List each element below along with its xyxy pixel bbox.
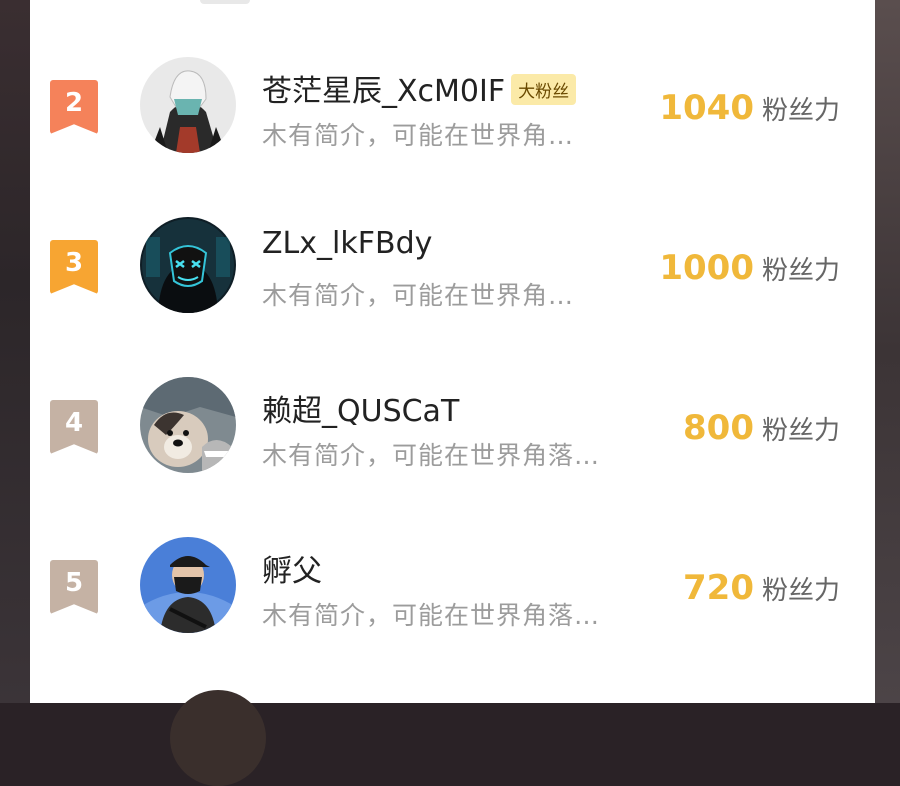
rank-number: 5 <box>64 568 84 598</box>
rank-badge: 5 <box>50 560 98 614</box>
fan-bio: 木有简介，可能在世界角落… <box>262 441 601 470</box>
fan-ranking-panel: 2 苍茫星辰_XcM0IF 大粉丝 木有简介，可能在世界角… 1040 粉丝力 3 <box>30 0 875 786</box>
masked-hooded-figure-icon[interactable] <box>140 57 236 153</box>
fan-name[interactable]: ZLx_lkFBdy <box>262 226 432 261</box>
neon-mask-icon[interactable] <box>140 217 236 313</box>
next-row-avatar <box>170 690 266 786</box>
fan-name-text: 苍茫星辰_XcM0IF <box>262 74 506 109</box>
fan-name[interactable]: 孵父 <box>262 546 322 590</box>
fan-bio: 木有简介，可能在世界角… <box>262 281 575 310</box>
background-left <box>0 0 30 703</box>
fan-name-text: ZLx_lkFBdy <box>262 226 433 261</box>
fan-score: 720 粉丝力 <box>683 568 840 608</box>
score-label: 粉丝力 <box>761 416 840 446</box>
fan-row[interactable]: 2 苍茫星辰_XcM0IF 大粉丝 木有简介，可能在世界角… 1040 粉丝力 <box>30 30 875 180</box>
fan-name[interactable]: 赖超_QUSCaT <box>262 386 459 430</box>
fan-score: 1000 粉丝力 <box>659 248 840 288</box>
rank-badge: 3 <box>50 240 98 294</box>
score-value: 1000 <box>659 248 754 288</box>
rank-number: 4 <box>64 408 84 438</box>
fan-row[interactable]: 4 赖超_QUSCaT 木有简介，可能在世界角落… 800 粉丝力 <box>30 350 875 500</box>
fan-row[interactable]: 5 孵父 木有简介，可能在世界角落… 720 粉丝力 <box>30 510 875 660</box>
score-value: 1040 <box>659 88 754 128</box>
fan-bio: 木有简介，可能在世界角落… <box>262 601 601 630</box>
fan-level-tag: 大粉丝 <box>511 74 577 105</box>
score-label: 粉丝力 <box>761 96 840 126</box>
score-label: 粉丝力 <box>761 256 840 286</box>
background-right <box>875 0 900 703</box>
fan-name-text: 赖超_QUSCaT <box>262 394 460 429</box>
rank-badge: 4 <box>50 400 98 454</box>
rank-number: 2 <box>64 88 84 118</box>
husky-dog-icon[interactable] <box>140 377 236 473</box>
score-label: 粉丝力 <box>761 576 840 606</box>
fan-score: 800 粉丝力 <box>683 408 840 448</box>
previous-row-edge <box>200 0 250 4</box>
fan-name[interactable]: 苍茫星辰_XcM0IF 大粉丝 <box>262 66 577 110</box>
fan-row[interactable]: 3 ZLx_lkFBdy 木有简介，可能在世界角… 1000 粉丝力 <box>30 190 875 340</box>
rank-badge: 2 <box>50 80 98 134</box>
rank-number: 3 <box>64 248 84 278</box>
masked-man-cap-icon[interactable] <box>140 537 236 633</box>
fan-bio: 木有简介，可能在世界角… <box>262 121 575 150</box>
fan-name-text: 孵父 <box>262 554 322 589</box>
score-value: 720 <box>683 568 754 608</box>
score-value: 800 <box>683 408 754 448</box>
fan-score: 1040 粉丝力 <box>659 88 840 128</box>
